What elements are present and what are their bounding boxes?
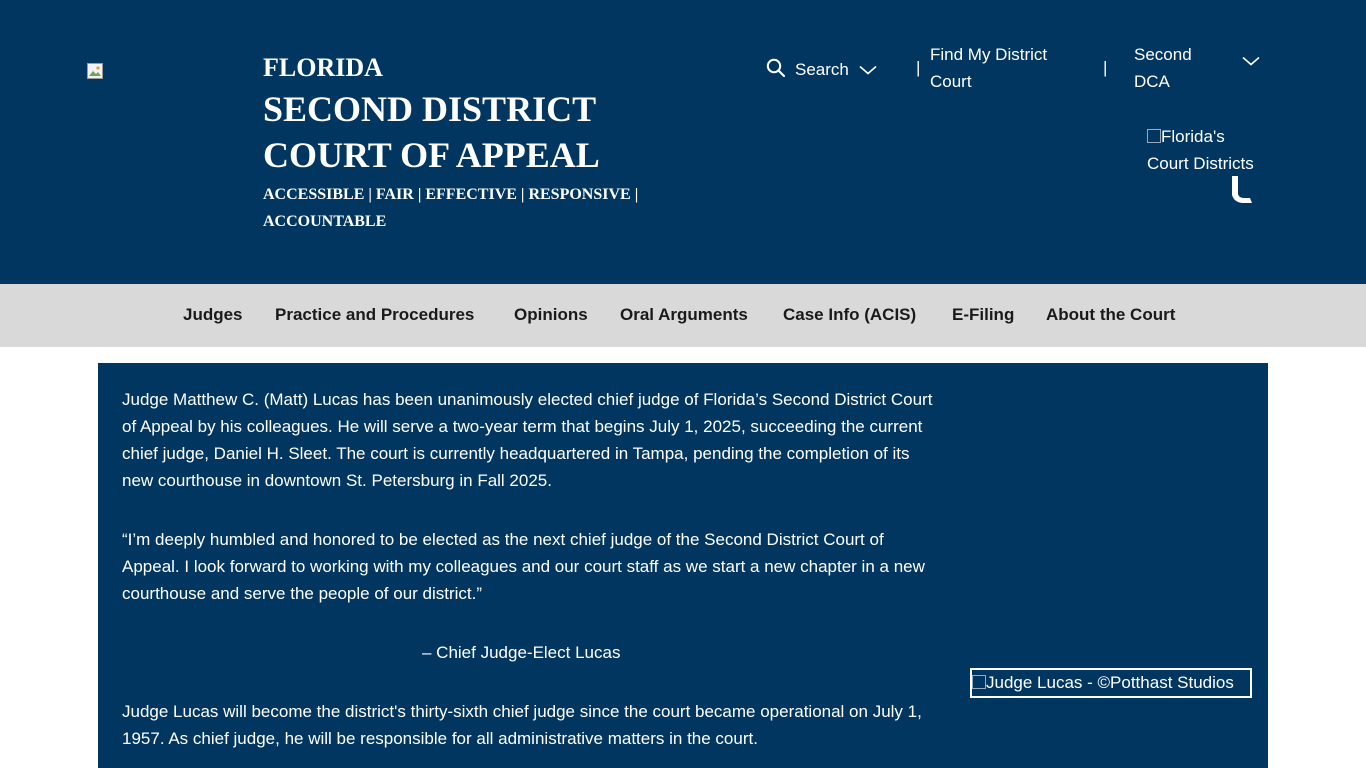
title-state: FLORIDA	[263, 53, 383, 82]
nav-item-practice-and-procedures[interactable]: Practice and Procedures	[275, 305, 474, 325]
broken-image-icon	[1147, 124, 1161, 143]
find-my-district-court-link[interactable]: Find My District Court	[930, 41, 1090, 95]
nav-item-judges[interactable]: Judges	[183, 305, 243, 325]
nav-item-about-the-court[interactable]: About the Court	[1046, 305, 1175, 325]
main-nav: Judges Practice and Procedures Opinions …	[0, 284, 1366, 347]
district-selector[interactable]: Second DCA	[1134, 41, 1266, 95]
article-paragraph: Judge Matthew C. (Matt) Lucas has been u…	[122, 390, 933, 490]
site-header: FLORIDA SECOND DISTRICT COURT OF APPEAL …	[0, 0, 1366, 284]
districts-image-alt: Florida's Court Districts	[1147, 127, 1254, 173]
florida-court-districts-image[interactable]: Florida's Court Districts	[1147, 123, 1267, 177]
search-icon	[766, 58, 786, 83]
nav-separator: |	[1103, 58, 1108, 77]
nav-item-opinions[interactable]: Opinions	[514, 305, 588, 325]
article-paragraph: Judge Lucas will become the district's t…	[122, 702, 922, 748]
court-title[interactable]: FLORIDA SECOND DISTRICT COURT OF APPEAL	[263, 52, 600, 178]
broken-image-icon	[972, 671, 986, 689]
search-label: Search	[795, 60, 849, 79]
search-button[interactable]: Search	[766, 57, 877, 83]
nav-item-case-info[interactable]: Case Info (ACIS)	[783, 305, 916, 325]
news-article: Judge Matthew C. (Matt) Lucas has been u…	[98, 363, 1268, 768]
nav-item-oral-arguments[interactable]: Oral Arguments	[620, 305, 748, 325]
title-court-line1: SECOND DISTRICT	[263, 89, 597, 129]
nav-item-e-filing[interactable]: E-Filing	[952, 305, 1014, 325]
district-selector-value: Second DCA	[1134, 45, 1192, 91]
quote-attribution: – Chief Judge-Elect Lucas	[422, 643, 621, 662]
chevron-down-icon	[859, 60, 877, 80]
article-quote: “I’m deeply humbled and honored to be el…	[122, 530, 925, 603]
judge-photo: Judge Lucas - ©Potthast Studios	[970, 668, 1252, 698]
judge-photo-alt: Judge Lucas - ©Potthast Studios	[986, 673, 1234, 692]
chevron-down-icon	[1242, 47, 1260, 74]
nav-separator: |	[916, 58, 921, 77]
florida-map-icon	[1230, 175, 1254, 210]
court-logo-broken-image-icon[interactable]	[87, 63, 103, 79]
title-court-line2: COURT OF APPEAL	[263, 135, 600, 175]
court-tagline: ACCESSIBLE | FAIR | EFFECTIVE | RESPONSI…	[263, 186, 639, 230]
